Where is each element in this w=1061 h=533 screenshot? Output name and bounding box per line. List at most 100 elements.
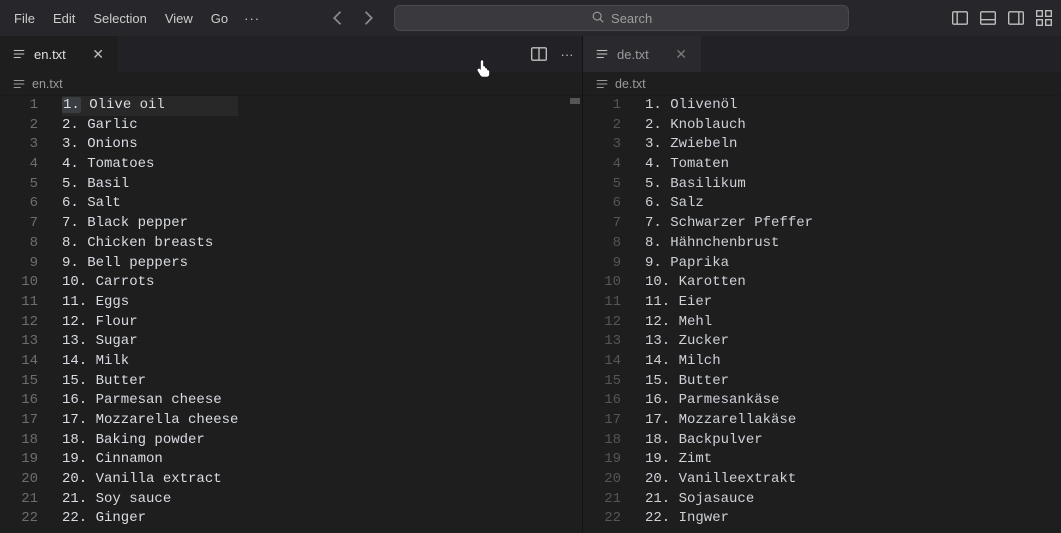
line-number: 6 <box>583 194 621 214</box>
line-number: 4 <box>0 155 38 175</box>
line-number: 4 <box>583 155 621 175</box>
line-number: 13 <box>0 332 38 352</box>
layout-toggle-panel-icon[interactable] <box>979 9 997 27</box>
code-line[interactable]: 3. Onions <box>62 135 238 155</box>
search-placeholder: Search <box>611 11 652 26</box>
code-line[interactable]: 4. Tomaten <box>645 155 813 175</box>
file-icon <box>595 47 609 61</box>
code-line[interactable]: 5. Basilikum <box>645 175 813 195</box>
code-line[interactable]: 9. Bell peppers <box>62 254 238 274</box>
nav-back-icon[interactable] <box>328 8 348 28</box>
code-line[interactable]: 14. Milk <box>62 352 238 372</box>
line-number: 16 <box>583 391 621 411</box>
editor-left[interactable]: 12345678910111213141516171819202122 1. O… <box>0 96 582 533</box>
more-actions-icon[interactable]: ··· <box>558 45 576 63</box>
code-line[interactable]: 17. Mozzarellakäse <box>645 411 813 431</box>
search-input[interactable]: Search <box>394 5 849 31</box>
code-line[interactable]: 12. Flour <box>62 313 238 333</box>
file-icon <box>12 77 26 91</box>
code-line[interactable]: 6. Salz <box>645 194 813 214</box>
menu-overflow-icon[interactable]: ··· <box>238 7 266 30</box>
code-line[interactable]: 15. Butter <box>645 372 813 392</box>
code-line[interactable]: 14. Milch <box>645 352 813 372</box>
code-line[interactable]: 20. Vanilleextrakt <box>645 470 813 490</box>
breadcrumb-right[interactable]: de.txt <box>583 72 1061 96</box>
code-line[interactable]: 13. Sugar <box>62 332 238 352</box>
title-bar: File Edit Selection View Go ··· Search <box>0 0 1061 36</box>
code-line[interactable]: 10. Carrots <box>62 273 238 293</box>
code-line[interactable]: 22. Ingwer <box>645 509 813 529</box>
minimap-left[interactable] <box>568 96 582 533</box>
line-number: 5 <box>0 175 38 195</box>
split-editor-icon[interactable] <box>530 45 548 63</box>
code-line[interactable]: 16. Parmesankäse <box>645 391 813 411</box>
code-line[interactable]: 2. Knoblauch <box>645 116 813 136</box>
minimap-right[interactable] <box>1047 96 1061 533</box>
line-number: 7 <box>583 214 621 234</box>
code-line[interactable]: 19. Cinnamon <box>62 450 238 470</box>
code-line[interactable]: 18. Backpulver <box>645 431 813 451</box>
tab-en-txt[interactable]: en.txt ✕ <box>0 36 118 72</box>
line-number: 5 <box>583 175 621 195</box>
code-line[interactable]: 11. Eier <box>645 293 813 313</box>
menu-view[interactable]: View <box>157 7 201 30</box>
line-number: 15 <box>583 372 621 392</box>
line-number: 21 <box>0 490 38 510</box>
code-line[interactable]: 19. Zimt <box>645 450 813 470</box>
code-line[interactable]: 9. Paprika <box>645 254 813 274</box>
code-line[interactable]: 21. Soy sauce <box>62 490 238 510</box>
layout-customize-icon[interactable] <box>1035 9 1053 27</box>
nav-forward-icon[interactable] <box>358 8 378 28</box>
code-line[interactable]: 8. Hähnchenbrust <box>645 234 813 254</box>
line-number: 3 <box>0 135 38 155</box>
code-line[interactable]: 20. Vanilla extract <box>62 470 238 490</box>
code-line[interactable]: 5. Basil <box>62 175 238 195</box>
code-line[interactable]: 1. Olive oil <box>62 96 238 116</box>
line-number: 10 <box>0 273 38 293</box>
code-line[interactable]: 12. Mehl <box>645 313 813 333</box>
breadcrumb-left[interactable]: en.txt <box>0 72 582 96</box>
code-line[interactable]: 17. Mozzarella cheese <box>62 411 238 431</box>
search-icon <box>591 10 605 27</box>
line-number: 13 <box>583 332 621 352</box>
line-number: 15 <box>0 372 38 392</box>
line-number: 22 <box>0 509 38 529</box>
close-icon[interactable]: ✕ <box>671 46 691 63</box>
code-line[interactable]: 7. Black pepper <box>62 214 238 234</box>
code-line[interactable]: 7. Schwarzer Pfeffer <box>645 214 813 234</box>
line-number: 20 <box>583 470 621 490</box>
tab-de-txt[interactable]: de.txt ✕ <box>583 36 701 72</box>
tab-label: en.txt <box>34 47 66 62</box>
line-number: 17 <box>583 411 621 431</box>
line-number: 2 <box>0 116 38 136</box>
code-line[interactable]: 22. Ginger <box>62 509 238 529</box>
menu-go[interactable]: Go <box>203 7 236 30</box>
menu-selection[interactable]: Selection <box>85 7 154 30</box>
close-icon[interactable]: ✕ <box>88 46 108 63</box>
menu-file[interactable]: File <box>6 7 43 30</box>
line-number: 10 <box>583 273 621 293</box>
line-number: 9 <box>0 254 38 274</box>
code-line[interactable]: 18. Baking powder <box>62 431 238 451</box>
code-line[interactable]: 13. Zucker <box>645 332 813 352</box>
code-line[interactable]: 15. Butter <box>62 372 238 392</box>
code-line[interactable]: 2. Garlic <box>62 116 238 136</box>
tab-row-right: de.txt ✕ <box>583 36 1061 72</box>
editor-right[interactable]: 12345678910111213141516171819202122 1. O… <box>583 96 1061 533</box>
layout-toggle-sidebar-right-icon[interactable] <box>1007 9 1025 27</box>
code-line[interactable]: 6. Salt <box>62 194 238 214</box>
code-line[interactable]: 21. Sojasauce <box>645 490 813 510</box>
workbench: en.txt ✕ ··· en.txt 12345678910111213141… <box>0 36 1061 533</box>
code-line[interactable]: 10. Karotten <box>645 273 813 293</box>
code-line[interactable]: 1. Olivenöl <box>645 96 813 116</box>
layout-toggle-sidebar-left-icon[interactable] <box>951 9 969 27</box>
menu-edit[interactable]: Edit <box>45 7 83 30</box>
line-number: 16 <box>0 391 38 411</box>
code-line[interactable]: 4. Tomatoes <box>62 155 238 175</box>
code-line[interactable]: 11. Eggs <box>62 293 238 313</box>
code-line[interactable]: 16. Parmesan cheese <box>62 391 238 411</box>
editor-pane-right: de.txt ✕ de.txt 123456789101112131415161… <box>583 36 1061 533</box>
code-line[interactable]: 3. Zwiebeln <box>645 135 813 155</box>
nav-group <box>328 8 378 28</box>
code-line[interactable]: 8. Chicken breasts <box>62 234 238 254</box>
